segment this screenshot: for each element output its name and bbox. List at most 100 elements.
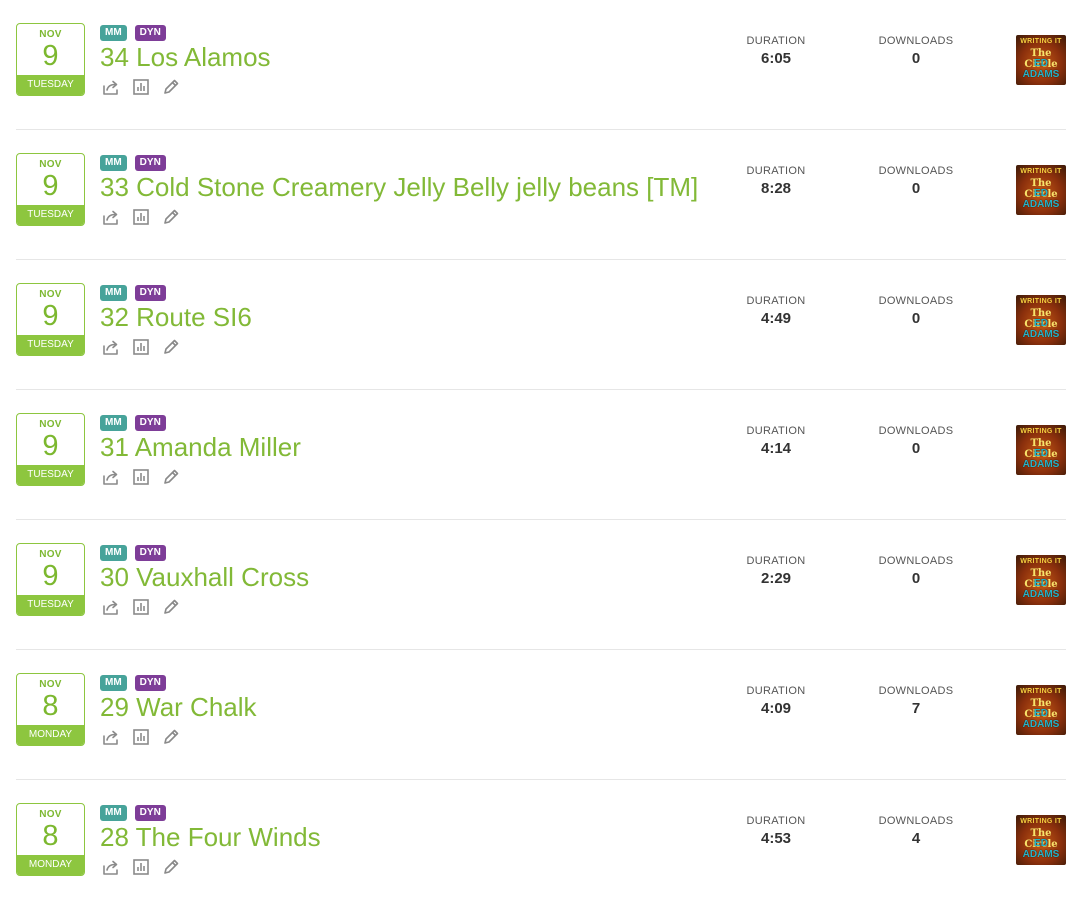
date-day: 9 <box>42 170 59 202</box>
date-month: NOV <box>39 289 62 300</box>
downloads-value: 0 <box>911 570 921 587</box>
date-month: NOV <box>39 29 62 40</box>
episode-title-link[interactable]: 34 Los Alamos <box>100 41 271 73</box>
mm-badge: MM <box>100 805 127 821</box>
share-icon[interactable] <box>102 598 120 616</box>
edit-icon[interactable] <box>162 728 180 746</box>
date-month: NOV <box>39 159 62 170</box>
date-month: NOV <box>39 419 62 430</box>
downloads-value: 4 <box>911 830 921 847</box>
share-icon[interactable] <box>102 858 120 876</box>
date-badge: NOV 9 TUESDAY <box>16 23 85 96</box>
artwork-line3: ED ADAMS <box>1022 188 1060 210</box>
episode-actions <box>102 468 180 486</box>
stats-icon[interactable] <box>132 468 150 486</box>
episode-row: NOV 9 TUESDAY MM DYN 30 Vauxhall Cross D… <box>16 520 1066 650</box>
duration-label: DURATION <box>746 165 806 177</box>
mm-badge: MM <box>100 155 127 171</box>
episode-artwork[interactable]: WRITING IT The Circle ED ADAMS <box>1016 165 1066 215</box>
episode-title-link[interactable]: 28 The Four Winds <box>100 821 321 853</box>
artwork-line1: WRITING IT <box>1020 38 1062 45</box>
episode-artwork[interactable]: WRITING IT The Circle ED ADAMS <box>1016 425 1066 475</box>
date-day: 8 <box>42 690 59 722</box>
episode-badges: MM DYN <box>100 285 166 301</box>
stats-icon[interactable] <box>132 598 150 616</box>
duration-label: DURATION <box>746 685 806 697</box>
downloads-value: 0 <box>911 180 921 197</box>
episode-title-link[interactable]: 29 War Chalk <box>100 691 257 723</box>
downloads-label: DOWNLOADS <box>878 295 954 307</box>
date-weekday: TUESDAY <box>17 595 84 615</box>
duration-stat: DURATION 4:09 <box>716 685 836 717</box>
edit-icon[interactable] <box>162 338 180 356</box>
episode-actions <box>102 728 180 746</box>
edit-icon[interactable] <box>162 468 180 486</box>
share-icon[interactable] <box>102 338 120 356</box>
stats-icon[interactable] <box>132 338 150 356</box>
mm-badge: MM <box>100 675 127 691</box>
episode-artwork[interactable]: WRITING IT The Circle ED ADAMS <box>1016 35 1066 85</box>
date-weekday: TUESDAY <box>17 75 84 95</box>
date-weekday: MONDAY <box>17 855 84 875</box>
episode-artwork[interactable]: WRITING IT The Circle ED ADAMS <box>1016 295 1066 345</box>
mm-badge: MM <box>100 415 127 431</box>
episode-actions <box>102 598 180 616</box>
date-badge: NOV 8 MONDAY <box>16 673 85 746</box>
dyn-badge: DYN <box>134 415 166 431</box>
edit-icon[interactable] <box>162 208 180 226</box>
edit-icon[interactable] <box>162 78 180 96</box>
artwork-line1: WRITING IT <box>1020 558 1062 565</box>
downloads-value: 0 <box>911 50 921 67</box>
episode-row: NOV 8 MONDAY MM DYN 28 The Four Winds DU… <box>16 780 1066 910</box>
duration-value: 4:53 <box>760 830 792 847</box>
downloads-value: 0 <box>911 440 921 457</box>
stats-icon[interactable] <box>132 78 150 96</box>
downloads-stat: DOWNLOADS 4 <box>856 815 976 847</box>
dyn-badge: DYN <box>134 155 166 171</box>
edit-icon[interactable] <box>162 858 180 876</box>
stats-icon[interactable] <box>132 858 150 876</box>
date-badge: NOV 9 TUESDAY <box>16 543 85 616</box>
duration-label: DURATION <box>746 295 806 307</box>
share-icon[interactable] <box>102 208 120 226</box>
date-day: 9 <box>42 560 59 592</box>
downloads-label: DOWNLOADS <box>878 815 954 827</box>
stats-icon[interactable] <box>132 728 150 746</box>
duration-label: DURATION <box>746 425 806 437</box>
duration-stat: DURATION 4:49 <box>716 295 836 327</box>
episode-title-link[interactable]: 31 Amanda Miller <box>100 431 301 463</box>
artwork-line3: ED ADAMS <box>1022 838 1060 860</box>
episode-title-link[interactable]: 30 Vauxhall Cross <box>100 561 309 593</box>
share-icon[interactable] <box>102 468 120 486</box>
episode-artwork[interactable]: WRITING IT The Circle ED ADAMS <box>1016 685 1066 735</box>
date-weekday: TUESDAY <box>17 465 84 485</box>
edit-icon[interactable] <box>162 598 180 616</box>
artwork-line3: ED ADAMS <box>1022 708 1060 730</box>
downloads-label: DOWNLOADS <box>878 555 954 567</box>
downloads-label: DOWNLOADS <box>878 165 954 177</box>
duration-stat: DURATION 2:29 <box>716 555 836 587</box>
date-weekday: TUESDAY <box>17 205 84 225</box>
duration-value: 6:05 <box>760 50 792 67</box>
artwork-line3: ED ADAMS <box>1022 58 1060 80</box>
share-icon[interactable] <box>102 728 120 746</box>
date-day: 9 <box>42 430 59 462</box>
dyn-badge: DYN <box>134 285 166 301</box>
artwork-line3: ED ADAMS <box>1022 318 1060 340</box>
stats-icon[interactable] <box>132 208 150 226</box>
episode-artwork[interactable]: WRITING IT The Circle ED ADAMS <box>1016 555 1066 605</box>
episode-title-link[interactable]: 33 Cold Stone Creamery Jelly Belly jelly… <box>100 171 698 203</box>
episode-actions <box>102 338 180 356</box>
share-icon[interactable] <box>102 78 120 96</box>
dyn-badge: DYN <box>134 805 166 821</box>
downloads-stat: DOWNLOADS 0 <box>856 555 976 587</box>
duration-value: 4:49 <box>760 310 792 327</box>
episode-artwork[interactable]: WRITING IT The Circle ED ADAMS <box>1016 815 1066 865</box>
downloads-stat: DOWNLOADS 0 <box>856 35 976 67</box>
episode-row: NOV 9 TUESDAY MM DYN 31 Amanda Miller DU… <box>16 390 1066 520</box>
duration-label: DURATION <box>746 815 806 827</box>
duration-value: 8:28 <box>760 180 792 197</box>
mm-badge: MM <box>100 545 127 561</box>
episode-actions <box>102 858 180 876</box>
episode-title-link[interactable]: 32 Route SI6 <box>100 301 252 333</box>
